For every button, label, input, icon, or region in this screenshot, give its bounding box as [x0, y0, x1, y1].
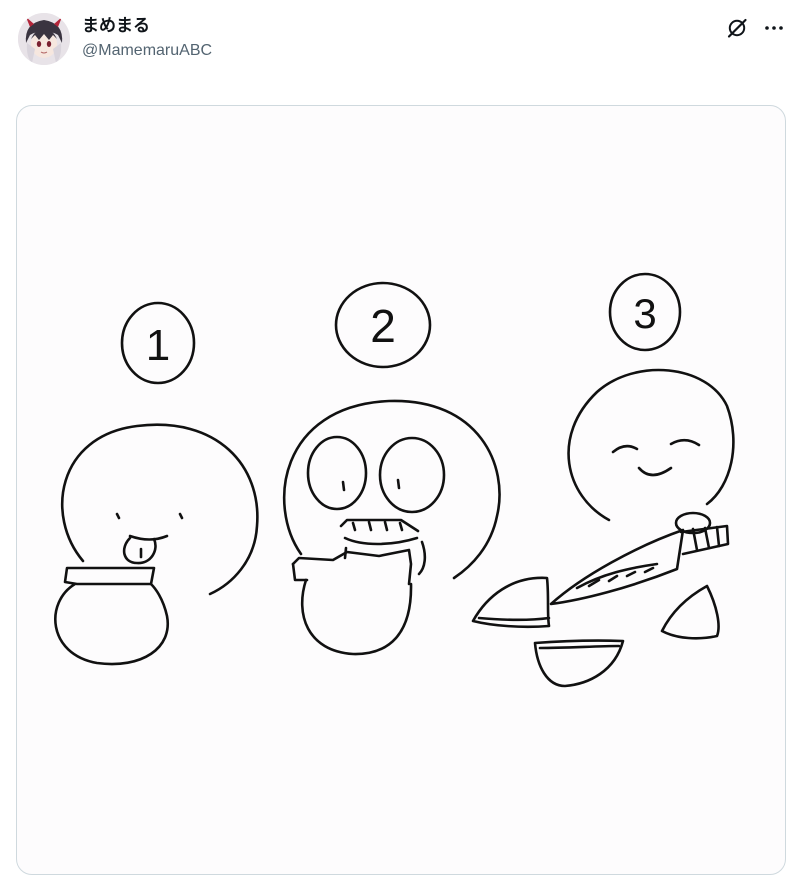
- panel-number-1-marker: 1: [120, 301, 196, 385]
- panel-number-1: 1: [146, 321, 170, 370]
- character-3: [471, 368, 735, 688]
- panel-number-2-marker: 2: [334, 281, 432, 369]
- post: まめまる @MamemaruABC 1 2 3: [0, 0, 800, 882]
- display-name[interactable]: まめまる: [82, 14, 212, 38]
- media-image[interactable]: 1 2 3: [16, 105, 786, 875]
- panel-number-3-marker: 3: [608, 272, 682, 352]
- character-2: [282, 399, 501, 656]
- character-1: [54, 423, 259, 666]
- user-info: まめまる @MamemaruABC: [82, 14, 212, 62]
- grok-icon[interactable]: [724, 15, 750, 41]
- panel-number-2: 2: [370, 300, 396, 352]
- more-icon[interactable]: [761, 15, 787, 41]
- user-handle[interactable]: @MamemaruABC: [82, 40, 212, 62]
- post-header: まめまる @MamemaruABC: [0, 0, 800, 90]
- avatar[interactable]: [18, 13, 70, 65]
- panel-number-3: 3: [633, 290, 656, 337]
